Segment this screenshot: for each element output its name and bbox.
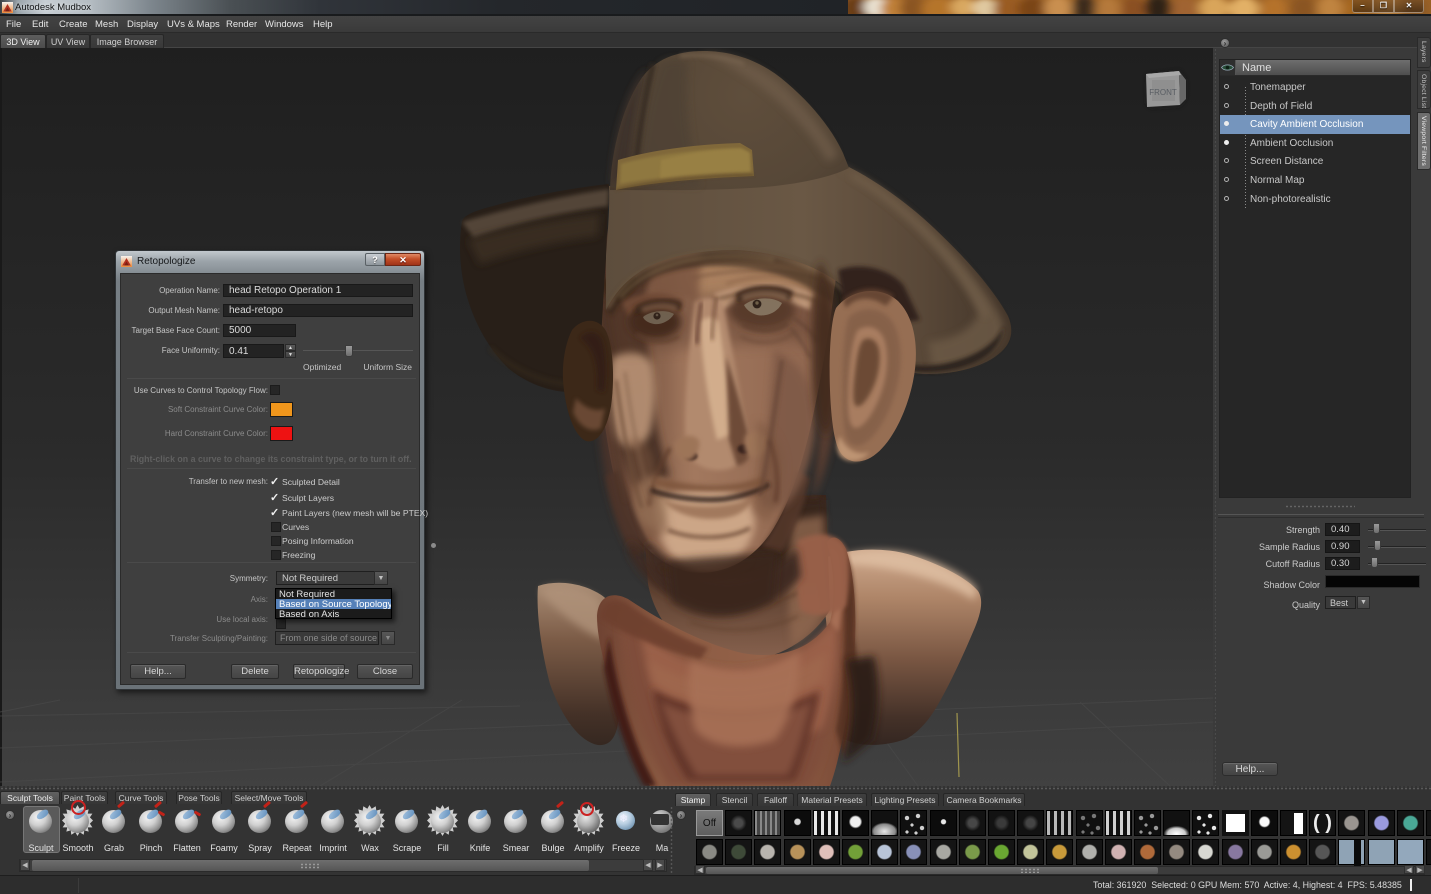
svg-text:FRONT: FRONT <box>1149 88 1177 97</box>
